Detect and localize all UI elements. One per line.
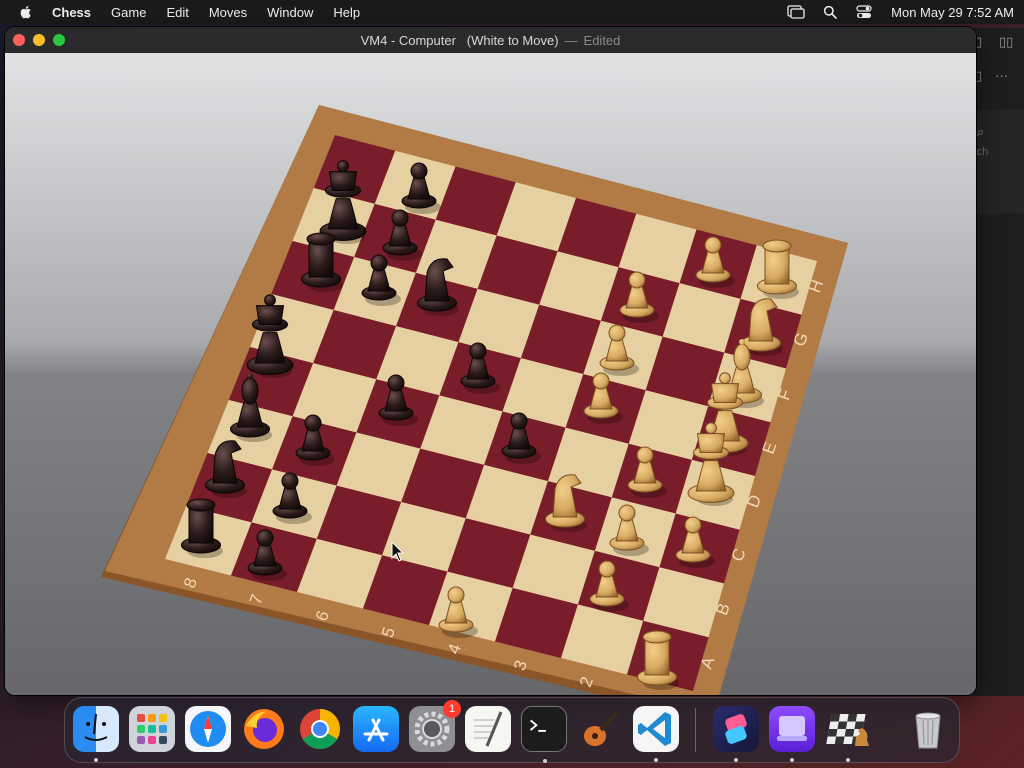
sidebar-toggle-icon[interactable]: ▯ <box>975 34 982 50</box>
dock-shortcuts[interactable] <box>713 706 759 762</box>
safari-icon <box>190 711 226 747</box>
chess-app-icon <box>826 714 869 746</box>
dock-chess[interactable] <box>825 706 871 762</box>
control-center-icon[interactable] <box>855 4 873 20</box>
title-bar: VM4 - Computer (White to Move) — Edited <box>5 27 976 53</box>
running-indicator <box>94 758 98 762</box>
menu-edit[interactable]: Edit <box>166 5 188 20</box>
dock-simulator[interactable] <box>769 706 815 762</box>
dock-trash[interactable] <box>905 706 951 752</box>
dock-vscode[interactable] <box>633 706 679 762</box>
menu-moves[interactable]: Moves <box>209 5 247 20</box>
chrome-icon <box>300 709 340 749</box>
firefox-icon <box>244 709 284 749</box>
running-indicator <box>543 759 547 763</box>
notification-badge: 1 <box>443 700 461 718</box>
running-indicator <box>846 758 850 762</box>
dock-system-settings[interactable]: 1 <box>409 700 461 752</box>
menu-game[interactable]: Game <box>111 5 146 20</box>
terminal-icon <box>529 719 546 732</box>
minimize-button[interactable] <box>33 34 45 46</box>
finder-icon <box>84 713 108 741</box>
spotlight-search-icon[interactable] <box>821 4 839 20</box>
running-indicator <box>734 758 738 762</box>
apple-menu-icon[interactable] <box>18 4 34 20</box>
guitar-icon <box>584 710 619 746</box>
dock: 1 <box>64 697 960 763</box>
shortcuts-icon <box>725 714 747 744</box>
dock-separator <box>695 708 696 752</box>
chess-scene: ABCDEFGH87654321 <box>5 53 976 695</box>
simulator-icon <box>777 716 807 741</box>
dock-terminal[interactable] <box>521 706 567 763</box>
split-icon[interactable]: ▯ <box>975 68 982 84</box>
close-button[interactable] <box>13 34 25 46</box>
dock-finder[interactable] <box>73 706 119 762</box>
search-icon: ⌕ <box>977 124 985 139</box>
vscode-icon <box>638 712 671 746</box>
window-controls <box>13 34 73 46</box>
screen-mirroring-icon[interactable] <box>787 4 805 20</box>
running-indicator <box>790 758 794 762</box>
running-indicator <box>654 758 658 762</box>
menu-bar: Chess Game Edit Moves Window Help Mon Ma… <box>0 0 1024 24</box>
dock-firefox[interactable] <box>241 706 287 752</box>
app-store-icon <box>363 718 389 742</box>
dock-app-store[interactable] <box>353 706 399 752</box>
dock-textedit[interactable] <box>465 706 511 752</box>
chess-window: VM4 - Computer (White to Move) — Edited <box>5 27 976 695</box>
menu-chess[interactable]: Chess <box>52 5 91 20</box>
textedit-icon <box>474 711 503 747</box>
layout-icon[interactable]: ▯▯ <box>999 34 1013 50</box>
dock-chrome[interactable] <box>297 706 343 752</box>
edited-status: Edited <box>583 32 621 48</box>
dock-safari[interactable] <box>185 706 231 752</box>
dock-garageband[interactable] <box>577 706 623 752</box>
launchpad-icon <box>137 714 167 744</box>
trash-icon <box>915 712 941 749</box>
more-icon[interactable]: ··· <box>995 68 1008 83</box>
zoom-button[interactable] <box>53 34 65 46</box>
title-separator: — <box>564 32 578 48</box>
dock-launchpad[interactable] <box>129 706 175 752</box>
menu-help[interactable]: Help <box>333 5 360 20</box>
menu-clock[interactable]: Mon May 29 7:52 AM <box>891 5 1014 20</box>
window-title: VM4 - Computer (White to Move) <box>360 32 559 48</box>
menu-window[interactable]: Window <box>267 5 313 20</box>
